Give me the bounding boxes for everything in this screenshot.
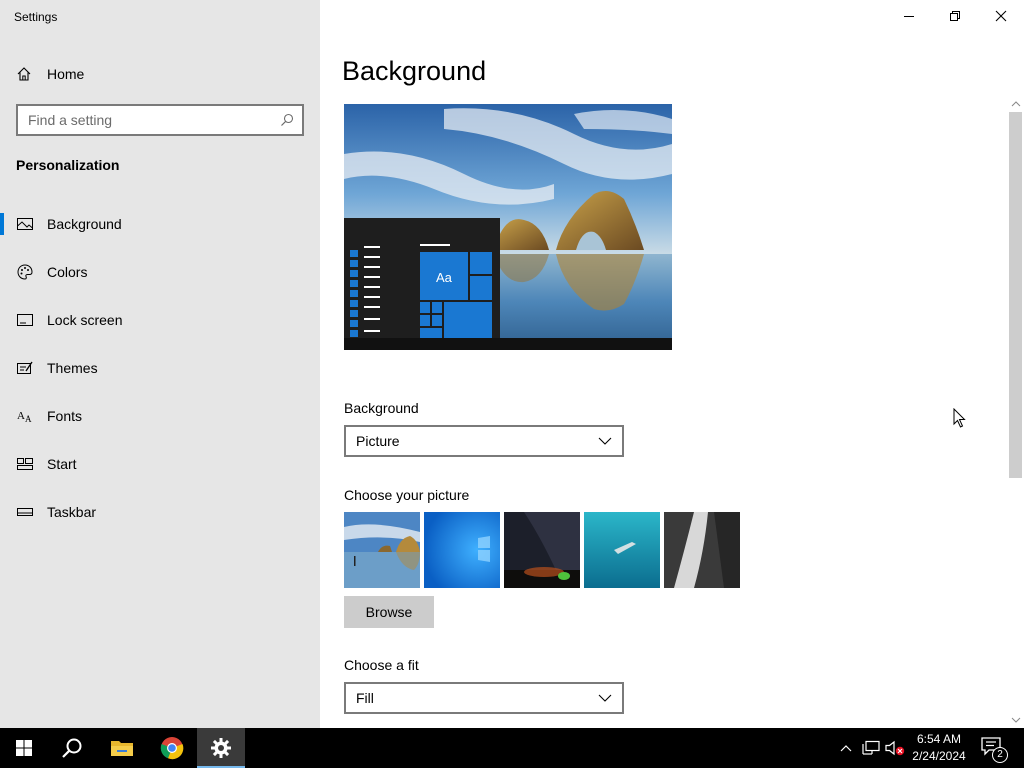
sidebar-item-themes[interactable]: Themes [0,344,320,392]
taskbar-search-button[interactable] [48,728,96,768]
page-title: Background [342,56,487,86]
picture-icon [17,218,33,230]
svg-text:A: A [17,410,25,422]
background-label: Background [344,400,419,416]
preview-image [344,104,672,350]
show-hidden-icons-button[interactable] [836,738,856,758]
file-explorer-button[interactable] [98,728,146,768]
close-button[interactable] [978,0,1024,32]
sidebar-item-background[interactable]: Background [0,200,320,248]
choose-picture-label: Choose your picture [344,487,470,503]
svg-text:A: A [25,414,32,424]
home-icon [17,67,31,81]
search-icon [62,738,82,758]
sidebar-item-taskbar[interactable]: Taskbar [0,488,320,536]
search-input[interactable] [28,112,280,128]
browse-button[interactable]: Browse [344,596,434,628]
vertical-scrollbar[interactable] [1008,96,1024,728]
fonts-icon: A A [17,410,32,424]
search-box[interactable] [16,104,304,136]
file-explorer-icon [111,741,133,756]
windows-logo-icon [16,740,32,756]
preview-tile-text: Aa [436,270,452,285]
clock-time: 6:54 AM [916,732,962,746]
background-dropdown[interactable]: Picture [344,425,624,457]
search-icon[interactable] [280,113,294,127]
fit-dropdown[interactable]: Fill [344,682,624,714]
chevron-down-icon [598,437,612,445]
home-label: Home [47,66,85,82]
restore-button[interactable] [932,0,978,32]
settings-window: Settings Home Personalization Backg [0,0,1024,728]
notification-count-badge: 2 [992,747,1008,763]
picture-thumbnails [344,512,740,588]
themes-icon [17,361,33,374]
chrome-icon [160,737,184,760]
sidebar-item-lock-screen[interactable]: Lock screen [0,296,320,344]
scroll-down-icon[interactable] [1010,714,1022,726]
fit-dropdown-value: Fill [356,690,374,706]
scroll-up-icon[interactable] [1010,98,1022,110]
thumbnail-underwater-swimmer[interactable] [584,512,660,588]
sidebar-item-label: Lock screen [47,312,123,328]
action-center-button[interactable]: 2 [980,736,1008,763]
app-title: Settings [14,10,58,24]
sidebar-item-label: Fonts [47,408,83,424]
background-preview: Aa [344,104,672,350]
mouse-pointer-icon [953,408,966,428]
section-title: Personalization [16,157,120,173]
taskbar-icon [17,508,33,516]
chrome-button[interactable] [148,728,196,768]
settings-taskbar-button[interactable] [197,728,245,768]
choose-fit-label: Choose a fit [344,657,419,673]
volume-muted-icon [885,740,905,756]
sidebar-item-label: Taskbar [47,504,97,520]
chevron-down-icon [598,694,612,702]
sidebar-item-colors[interactable]: Colors [0,248,320,296]
thumbnail-rock-waterfall[interactable] [664,512,740,588]
home-button[interactable]: Home [16,62,84,86]
clock-date: 2/24/2024 [912,749,966,763]
sidebar-item-fonts[interactable]: A A Fonts [0,392,320,440]
scrollbar-thumb[interactable] [1009,112,1022,478]
settings-icon [211,738,231,758]
start-icon [17,458,33,470]
sidebar-item-label: Themes [47,360,98,376]
sidebar: Settings Home Personalization Backg [0,0,320,728]
chevron-up-icon [840,745,852,752]
close-icon [995,10,1007,22]
sidebar-item-label: Colors [47,264,88,280]
network-tray-button[interactable] [861,738,881,758]
palette-icon [17,264,33,280]
lock-screen-icon [17,314,33,326]
taskbar-clock[interactable]: 6:54 AM 2/24/2024 [906,731,972,765]
volume-tray-button[interactable] [885,738,905,758]
sidebar-item-label: Background [47,216,122,232]
background-dropdown-value: Picture [356,433,400,449]
thumbnail-night-sky[interactable] [504,512,580,588]
sidebar-nav: Background Colors Lock screen Themes A A… [0,200,320,536]
thumbnail-windows-blue[interactable] [424,512,500,588]
start-button[interactable] [0,728,48,768]
network-icon [862,740,880,755]
minimize-icon [904,16,914,17]
restore-icon [950,11,960,21]
taskbar: 6:54 AM 2/24/2024 2 [0,728,1024,768]
sidebar-item-label: Start [47,456,77,472]
thumbnail-beach-rock[interactable] [344,512,420,588]
minimize-button[interactable] [886,0,932,32]
sidebar-item-start[interactable]: Start [0,440,320,488]
